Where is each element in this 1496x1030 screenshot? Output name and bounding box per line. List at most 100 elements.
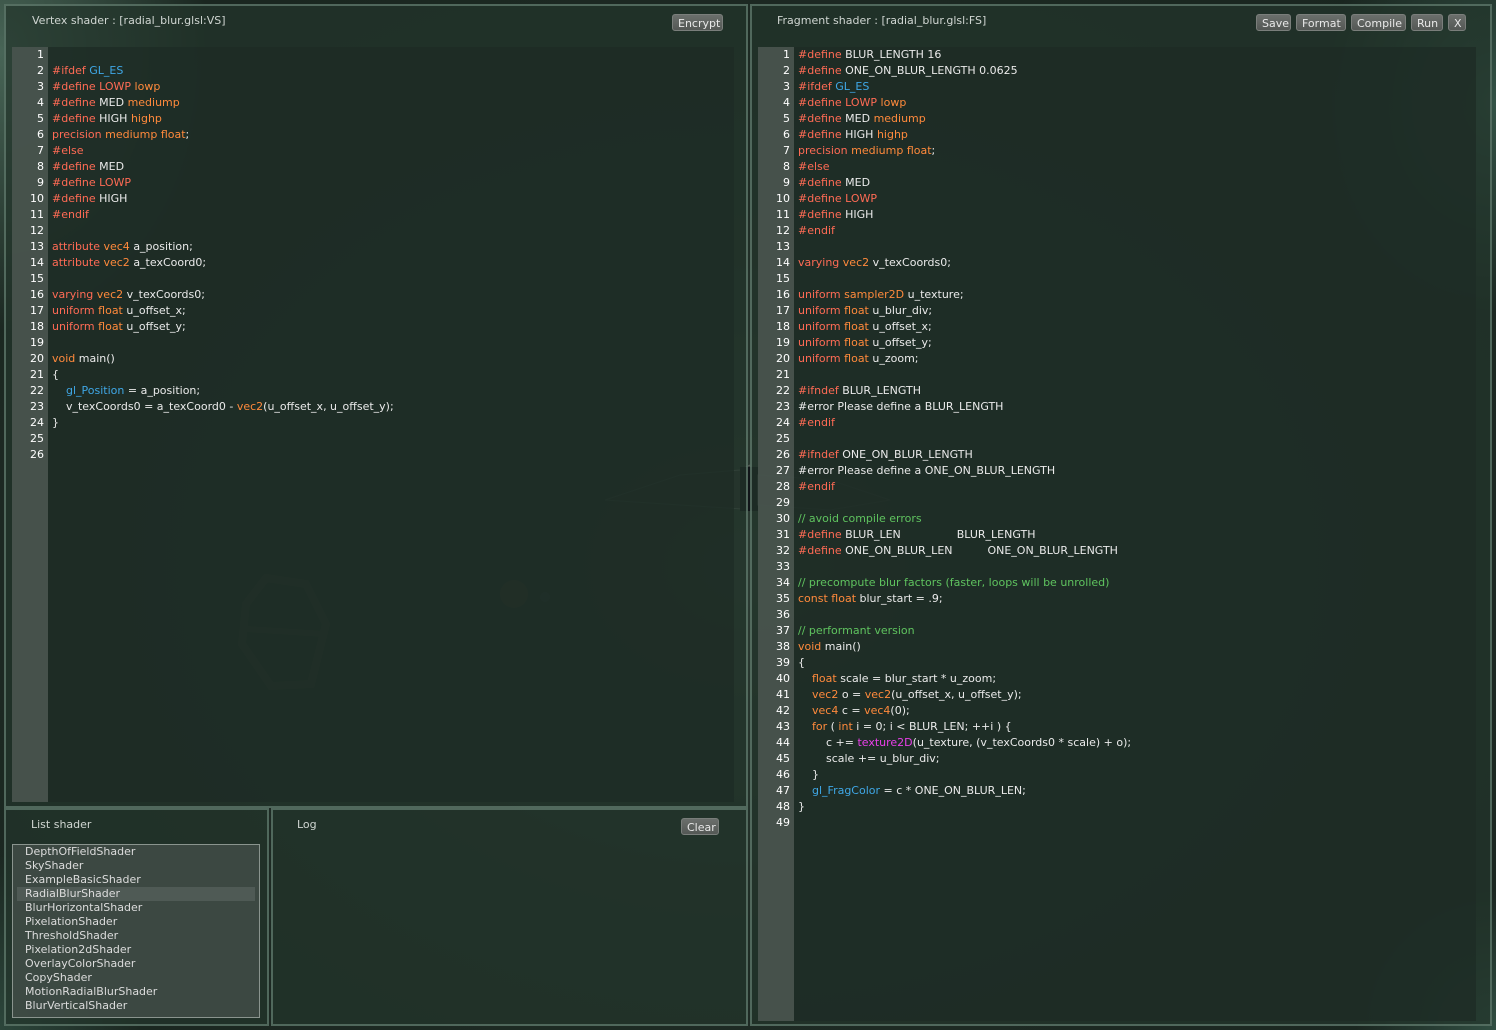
close-button[interactable]: X [1448,14,1466,31]
code-token: HIGH [845,208,874,221]
code-token: uniform [798,352,845,365]
code-token: MED [99,160,125,173]
code-token: v_texCoords0 = a_texCoord0 - [52,400,237,413]
code-token: vec4 [812,704,842,717]
code-token: #define [798,48,846,61]
code-text: attribute vec4 a_position; [52,240,193,253]
shader-list-item[interactable]: PixelationShader [17,915,255,929]
code-token: u_offset_y; [872,336,932,349]
code-line: 23 v_texCoords0 = a_texCoord0 - vec2(u_o… [12,399,394,415]
code-text: #define BLUR_LEN BLUR_LENGTH [798,528,1035,541]
code-token: uniform [798,320,845,333]
line-number: 7 [783,144,790,157]
code-line: 17 uniform float u_offset_x; [12,303,394,319]
fragment-code-editor[interactable]: 1 #define BLUR_LENGTH 16 2 #define ONE_ON_B… [758,47,1476,1021]
code-line: 2 #define ONE_ON_BLUR_LENGTH 0.0625 [758,63,1131,79]
line-number: 40 [776,672,790,685]
line-number: 25 [776,432,790,445]
code-token: #else [798,160,830,173]
shader-list[interactable]: DepthOfFieldShader SkyShader ExampleBasicS… [12,844,260,1018]
code-token: uniform [52,320,99,333]
code-line: 10 #define LOWP [758,191,1131,207]
line-number: 9 [783,176,790,189]
shader-list-item[interactable]: BlurVerticalShader [17,999,255,1013]
line-number: 10 [30,192,44,205]
shader-list-item[interactable]: ThresholdShader [17,929,255,943]
shader-list-item[interactable]: OverlayColorShader [17,957,255,971]
code-line: 42 vec4 c = vec4(0); [758,703,1131,719]
code-token: #endif [52,208,89,221]
clear-log-button[interactable]: Clear [681,818,719,835]
line-number: 19 [776,336,790,349]
line-number: 35 [776,592,790,605]
code-token: #define [52,160,100,173]
code-line: 8 #define MED [12,159,394,175]
code-text: #ifndef ONE_ON_BLUR_LENGTH [798,448,973,461]
code-line: 14 attribute vec2 a_texCoord0; [12,255,394,271]
code-token: (u_offset_x, u_offset_y); [891,688,1022,701]
code-token: BLUR_LEN BLUR_LENGTH [845,528,1036,541]
code-line: 16 uniform sampler2D u_texture; [758,287,1131,303]
code-line: 21 { [12,367,394,383]
shader-list-item[interactable]: MotionRadialBlurShader [17,985,255,999]
code-token: #define [798,208,846,221]
line-number: 13 [776,240,790,253]
code-token: (u_offset_x, u_offset_y); [263,400,394,413]
code-token: float [831,592,860,605]
shader-list-item[interactable]: DepthOfFieldShader [17,845,255,859]
shader-list-item[interactable]: ExampleBasicShader [17,873,255,887]
shader-list-item[interactable]: Pixelation2dShader [17,943,255,957]
shader-list-item[interactable]: BlurHorizontalShader [17,901,255,915]
code-text: #else [798,160,830,173]
code-token: #define [798,544,846,557]
save-button[interactable]: Save [1256,14,1291,31]
line-number: 5 [37,112,44,125]
code-text: float scale = blur_start * u_zoom; [798,672,996,685]
code-text: #define ONE_ON_BLUR_LEN ONE_ON_BLUR_LENG… [798,544,1118,557]
code-text: #error Please define a BLUR_LENGTH [798,400,1003,413]
shader-list-item[interactable]: CopyShader [17,971,255,985]
code-token: GL_ES [835,80,870,93]
code-text: scale += u_blur_div; [798,752,940,765]
code-line: 22 #ifndef BLUR_LENGTH [758,383,1131,399]
line-number: 2 [783,64,790,77]
code-token: = c * ONE_ON_BLUR_LEN; [880,784,1026,797]
code-text: // precompute blur factors (faster, loop… [798,576,1109,589]
list-shader-title: List shader [31,818,92,831]
code-token: } [798,768,819,781]
code-token: #error Please define a BLUR_LENGTH [798,400,1004,413]
code-token: #define [798,192,846,205]
code-text: { [798,656,805,669]
code-token: float [98,304,127,317]
code-text: #define MED mediump [798,112,926,125]
code-line: 8 #else [758,159,1131,175]
code-line: 1 #define BLUR_LENGTH 16 [758,47,1131,63]
run-button[interactable]: Run [1411,14,1443,31]
code-text: uniform float u_zoom; [798,352,919,365]
line-number: 22 [776,384,790,397]
code-line: 12 #endif [758,223,1131,239]
format-button[interactable]: Format [1296,14,1346,31]
code-text: const float blur_start = .9; [798,592,943,605]
encrypt-button[interactable]: Encrypt [672,14,723,31]
code-token: #define [798,128,846,141]
code-line: 7 precision mediump float; [758,143,1131,159]
code-token: #endif [798,416,835,429]
code-line: 7 #else [12,143,394,159]
vertex-code-editor[interactable]: 1 2 #ifdef GL_ES 3 #define LOWP lowp 4 #define… [12,47,734,802]
code-text: uniform float u_offset_y; [52,320,186,333]
code-token: MED [845,112,874,125]
compile-button[interactable]: Compile [1351,14,1406,31]
code-text: vec2 o = vec2(u_offset_x, u_offset_y); [798,688,1022,701]
code-token: const [798,592,832,605]
line-number: 49 [776,816,790,829]
fragment-shader-title: Fragment shader : [radial_blur.glsl:FS] [777,14,987,27]
line-number: 37 [776,624,790,637]
line-number: 45 [776,752,790,765]
code-text: #define BLUR_LENGTH 16 [798,48,941,61]
vertex-shader-title: Vertex shader : [radial_blur.glsl:VS] [32,14,226,27]
shader-list-item[interactable]: RadialBlurShader [17,887,255,901]
shader-list-item[interactable]: SkyShader [17,859,255,873]
